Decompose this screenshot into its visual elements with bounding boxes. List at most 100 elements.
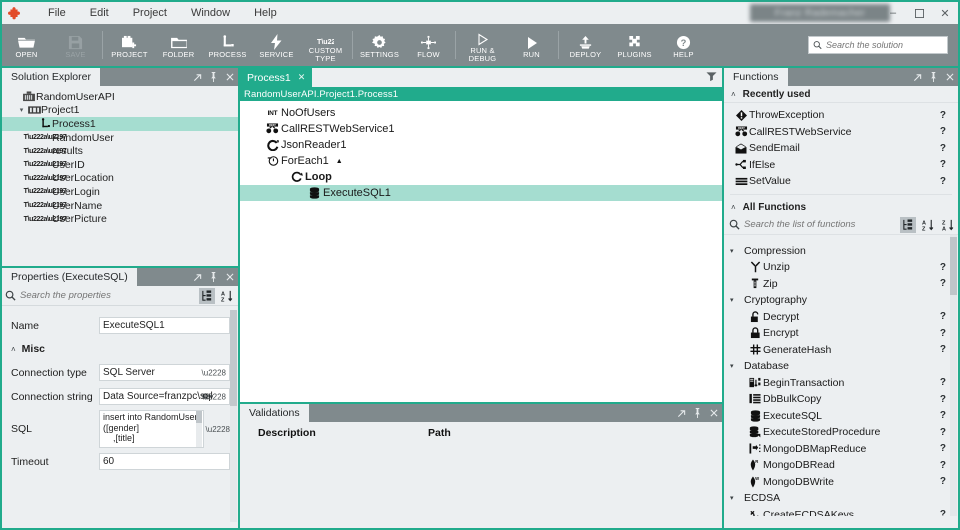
menu-edit[interactable]: Edit xyxy=(78,4,121,22)
help-link[interactable]: ? xyxy=(940,394,946,405)
toolbar-settings-button[interactable]: SETTINGS xyxy=(355,24,404,66)
toolbar-service-button[interactable]: SERVICE xyxy=(252,24,301,66)
process-node-callrestwebservice1[interactable]: REST CallRESTWebService1 xyxy=(240,121,722,137)
toolbar-plugins-button[interactable]: PLUGINS xyxy=(610,24,659,66)
help-link[interactable]: ? xyxy=(940,410,946,421)
toolbar-open-button[interactable]: OPEN xyxy=(2,24,51,66)
toolbar-save-button[interactable]: SAVE xyxy=(51,24,100,66)
function-item-ifelse[interactable]: IfElse ? xyxy=(724,157,958,174)
help-link[interactable]: ? xyxy=(940,126,946,137)
undock-icon[interactable] xyxy=(192,270,203,284)
chevron-down-icon[interactable]: ▾ xyxy=(16,106,27,114)
function-item-executestoredprocedure[interactable]: ExecuteStoredProcedure ? xyxy=(724,424,958,441)
chevron-down-icon[interactable]: \u2228 xyxy=(206,425,230,434)
function-item-throwexception[interactable]: ThrowException ? xyxy=(724,107,958,124)
pin-icon[interactable] xyxy=(692,406,703,420)
sort-alpha-icon[interactable]: AZ xyxy=(219,288,235,304)
function-group-database[interactable]: ▾ Database xyxy=(724,358,958,375)
menu-help[interactable]: Help xyxy=(242,4,289,22)
function-item-setvalue[interactable]: SetValue ? xyxy=(724,173,958,190)
all-functions-header[interactable]: ˄ All Functions xyxy=(724,199,958,216)
undock-icon[interactable] xyxy=(912,70,923,84)
process-node-noofusers[interactable]: INT NoOfUsers xyxy=(240,105,722,121)
function-item-executesql[interactable]: ExecuteSQL ? xyxy=(724,408,958,425)
tree-item-userlogin[interactable]: T\u222a\u2197 UserLogin xyxy=(2,185,238,199)
sql-scrollbar[interactable] xyxy=(196,411,202,447)
property-value-connection-string[interactable]: Data Source=franzpc\sql \u2228 xyxy=(99,388,230,405)
user-account-chip[interactable]: Franz Rademacher xyxy=(750,4,890,22)
toolbar-run-button[interactable]: RUN xyxy=(507,24,556,66)
tab-process1[interactable]: Process1 ✕ xyxy=(240,68,313,87)
function-item-dbbulkcopy[interactable]: DbBulkCopy ? xyxy=(724,391,958,408)
help-link[interactable]: ? xyxy=(940,176,946,187)
menu-file[interactable]: File xyxy=(36,4,78,22)
help-link[interactable]: ? xyxy=(940,476,946,487)
function-item-unzip[interactable]: Unzip ? xyxy=(724,259,958,276)
solution-search-input[interactable] xyxy=(826,40,943,50)
tree-item-userpicture[interactable]: T\u222a\u2197 UserPicture xyxy=(2,212,238,226)
help-link[interactable]: ? xyxy=(940,143,946,154)
help-link[interactable]: ? xyxy=(940,328,946,339)
toolbar-custom-type-button[interactable]: T\u222a\u2197 CUSTOM TYPE xyxy=(301,24,350,66)
chevron-down-icon[interactable]: \u2228 xyxy=(202,368,226,377)
function-item-generatehash[interactable]: GenerateHash ? xyxy=(724,342,958,359)
process-node-jsonreader1[interactable]: R JsonReader1 xyxy=(240,137,722,153)
functions-scrollbar[interactable] xyxy=(950,234,957,516)
help-link[interactable]: ? xyxy=(940,262,946,273)
tree-item-randomuser[interactable]: T\u222a\u2197 RandomUser xyxy=(2,131,238,145)
properties-search-input[interactable] xyxy=(20,290,195,301)
tree-item-process1[interactable]: Process1 xyxy=(2,117,238,131)
function-group-ecdsa[interactable]: ▾ ECDSA xyxy=(724,490,958,507)
toolbar-folder-button[interactable]: FOLDER xyxy=(154,24,203,66)
help-link[interactable]: ? xyxy=(940,110,946,121)
tree-item-userid[interactable]: T\u222a\u2197 UserID xyxy=(2,158,238,172)
help-link[interactable]: ? xyxy=(940,278,946,289)
property-value-connection-type[interactable]: SQL Server \u2228 xyxy=(99,364,230,381)
undock-icon[interactable] xyxy=(192,70,203,84)
categorized-view-icon[interactable] xyxy=(199,287,215,304)
function-group-compression[interactable]: ▾ Compression xyxy=(724,243,958,260)
menu-project[interactable]: Project xyxy=(121,4,179,22)
toolbar-deploy-button[interactable]: DEPLOY xyxy=(561,24,610,66)
property-group-misc[interactable]: ˄ Misc xyxy=(2,339,238,359)
process-node-loop[interactable]: Loop xyxy=(240,169,722,185)
pin-icon[interactable] xyxy=(208,70,219,84)
sort-desc-icon[interactable]: ZA xyxy=(940,217,956,233)
toolbar-flow-button[interactable]: FLOW xyxy=(404,24,453,66)
toolbar-project-button[interactable]: PROJECT xyxy=(105,24,154,66)
toolbar-help-button[interactable]: ? HELP xyxy=(659,24,708,66)
maximize-button[interactable] xyxy=(906,2,932,24)
function-item-mongodbwrite[interactable]: W MongoDBWrite ? xyxy=(724,474,958,491)
minimize-button[interactable]: – xyxy=(880,2,906,24)
properties-scrollbar[interactable] xyxy=(230,310,237,522)
close-button[interactable]: ✕ xyxy=(932,2,958,24)
close-icon[interactable] xyxy=(224,270,235,284)
function-item-mongodbread[interactable]: R MongoDBRead ? xyxy=(724,457,958,474)
tree-view-icon[interactable] xyxy=(900,216,916,233)
help-link[interactable]: ? xyxy=(940,460,946,471)
toolbar-run-debug-button[interactable]: RUN & DEBUG xyxy=(458,24,507,66)
close-icon[interactable] xyxy=(224,70,235,84)
toolbar-process-button[interactable]: PROCESS xyxy=(203,24,252,66)
help-link[interactable]: ? xyxy=(940,443,946,454)
chevron-down-icon[interactable]: \u2228 xyxy=(202,392,226,401)
help-link[interactable]: ? xyxy=(940,344,946,355)
sort-asc-icon[interactable]: AZ xyxy=(920,217,936,233)
function-item-decrypt[interactable]: Decrypt ? xyxy=(724,309,958,326)
function-group-cryptography[interactable]: ▾ Cryptography xyxy=(724,292,958,309)
property-value-timeout[interactable]: 60 xyxy=(99,453,230,470)
functions-search-input[interactable] xyxy=(744,219,896,230)
tree-item-project1[interactable]: ▾ Project1 xyxy=(2,104,238,118)
solution-search-box[interactable] xyxy=(808,36,948,54)
function-item-zip[interactable]: Zip ? xyxy=(724,276,958,293)
close-icon[interactable] xyxy=(708,406,719,420)
process-node-foreach1[interactable]: ForEach1 ▲ xyxy=(240,153,722,169)
tree-item-username[interactable]: T\u222a\u2197 UserName xyxy=(2,199,238,213)
property-value-name[interactable]: ExecuteSQL1 xyxy=(99,317,230,334)
tree-item-randomuserapi[interactable]: RandomUserAPI xyxy=(2,90,238,104)
menu-window[interactable]: Window xyxy=(179,4,242,22)
help-link[interactable]: ? xyxy=(940,509,946,515)
function-item-callrestwebservice[interactable]: REST CallRESTWebService ? xyxy=(724,124,958,141)
property-value-sql[interactable]: insert into RandomUser ([gender] ,[title… xyxy=(99,410,204,448)
tree-item-results[interactable]: T\u222a\u2197 results xyxy=(2,144,238,158)
